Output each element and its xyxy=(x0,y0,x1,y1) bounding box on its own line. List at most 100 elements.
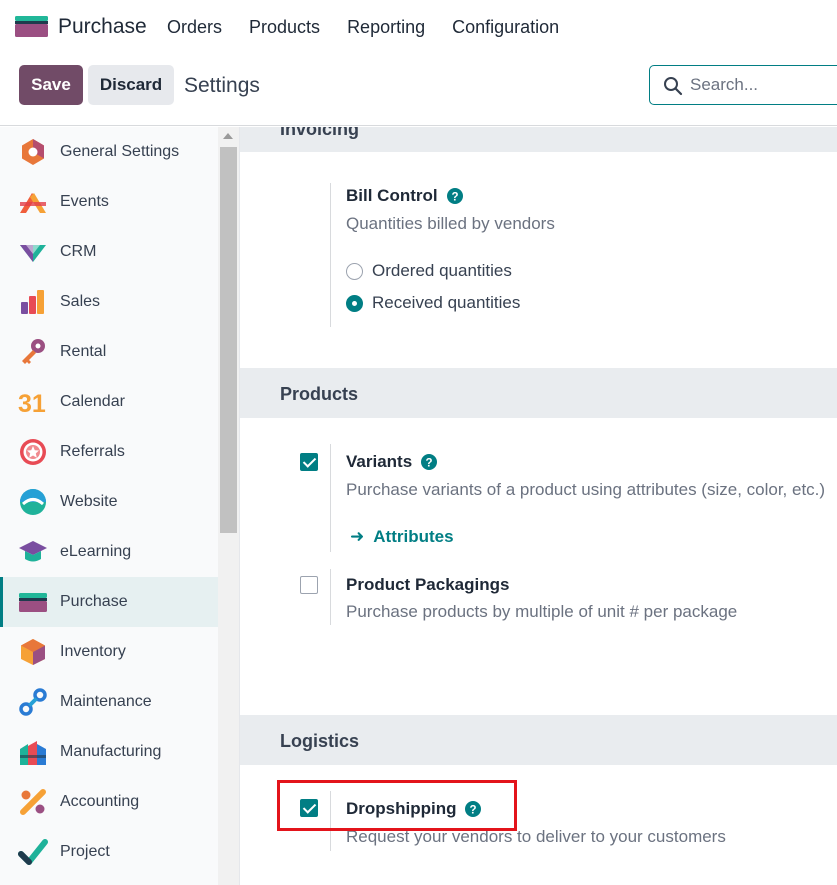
sidebar-item-label: Inventory xyxy=(60,643,126,660)
maintenance-icon xyxy=(19,688,47,716)
svg-text:31: 31 xyxy=(18,390,46,417)
menu-products[interactable]: Products xyxy=(249,17,320,38)
svg-text:?: ? xyxy=(451,191,458,203)
help-icon[interactable]: ? xyxy=(421,454,438,470)
sidebar-item-sales[interactable]: Sales xyxy=(0,277,218,327)
sidebar-item-label: Sales xyxy=(60,293,101,310)
sidebar-item-elearning[interactable]: eLearning xyxy=(0,527,218,577)
scroll-thumb[interactable] xyxy=(220,147,237,533)
sidebar-item-label: Accounting xyxy=(60,793,140,810)
sidebar-item-events[interactable]: Events xyxy=(0,177,218,227)
section-header-products: Products xyxy=(240,368,837,418)
sidebar-item-label: Referrals xyxy=(60,443,125,460)
menu-configuration[interactable]: Configuration xyxy=(452,17,559,38)
events-icon xyxy=(20,193,46,213)
help-icon[interactable]: ? xyxy=(446,188,463,204)
manufacturing-icon xyxy=(20,741,46,765)
crm-icon xyxy=(20,245,46,262)
project-icon xyxy=(18,839,48,865)
dropshipping-checkbox[interactable] xyxy=(300,799,318,817)
setting-divider xyxy=(330,444,331,552)
radio-ordered-quantities[interactable]: Ordered quantities xyxy=(346,261,512,281)
sidebar-item-label: eLearning xyxy=(60,543,132,560)
setting-description: Purchase products by multiple of unit # … xyxy=(346,602,738,621)
settings-content: Invoicing Bill Control ? Quantities bill… xyxy=(240,127,837,885)
inventory-icon xyxy=(21,639,45,665)
setting-divider xyxy=(330,569,331,625)
sidebar-item-label: Rental xyxy=(60,343,107,360)
svg-text:?: ? xyxy=(426,457,433,469)
main-menu: Orders Products Reporting Configuration xyxy=(167,17,586,38)
setting-description: Purchase variants of a product using att… xyxy=(346,480,826,499)
control-panel: Save Discard Settings xyxy=(0,54,837,126)
sidebar-item-label: Calendar xyxy=(60,393,125,410)
menu-reporting[interactable]: Reporting xyxy=(347,17,425,38)
website-icon xyxy=(20,489,46,515)
radio-label: Ordered quantities xyxy=(372,261,512,280)
setting-title-variants: Variants ? xyxy=(346,452,438,472)
sidebar-item-inventory[interactable]: Inventory xyxy=(0,627,218,677)
sidebar-item-accounting[interactable]: Accounting xyxy=(0,777,218,827)
sidebar-item-website[interactable]: Website xyxy=(0,477,218,527)
setting-title-packagings: Product Packagings xyxy=(346,575,510,594)
referrals-icon xyxy=(20,439,46,465)
packagings-checkbox[interactable] xyxy=(300,576,318,594)
menu-orders[interactable]: Orders xyxy=(167,17,222,38)
section-header-invoicing: Invoicing xyxy=(240,127,837,152)
purchase-app-icon[interactable] xyxy=(15,16,48,37)
radio-button[interactable] xyxy=(346,294,363,312)
sidebar-item-manufacturing[interactable]: Manufacturing xyxy=(0,727,218,777)
section-title: Logistics xyxy=(280,731,360,751)
save-button[interactable]: Save xyxy=(19,65,83,105)
sidebar-item-general-settings[interactable]: General Settings xyxy=(0,127,218,177)
top-navbar: Purchase Orders Products Reporting Confi… xyxy=(0,0,837,54)
sidebar-item-referrals[interactable]: Referrals xyxy=(0,427,218,477)
sidebar-item-calendar[interactable]: 31 Calendar xyxy=(0,377,218,427)
sidebar-item-project[interactable]: Project xyxy=(0,827,218,877)
purchase-icon xyxy=(19,593,47,612)
radio-label: Received quantities xyxy=(372,293,521,312)
search-icon xyxy=(664,77,683,96)
sidebar-item-label: Manufacturing xyxy=(60,743,162,760)
attributes-link[interactable]: ➜ Attributes xyxy=(350,527,454,547)
page-title: Settings xyxy=(184,74,260,97)
rental-icon xyxy=(22,339,45,364)
sidebar-item-purchase[interactable]: Purchase xyxy=(0,577,218,627)
search-box[interactable] xyxy=(649,65,837,105)
search-input[interactable] xyxy=(690,72,837,98)
section-title: Products xyxy=(280,384,359,404)
help-icon[interactable]: ? xyxy=(465,801,482,817)
discard-button[interactable]: Discard xyxy=(88,65,174,105)
calendar-icon: 31 xyxy=(18,390,46,417)
arrow-right-icon: ➜ xyxy=(350,527,365,546)
sidebar-item-maintenance[interactable]: Maintenance xyxy=(0,677,218,727)
setting-description: Request your vendors to deliver to your … xyxy=(346,827,726,846)
section-header-logistics: Logistics xyxy=(240,715,837,765)
elearning-icon xyxy=(19,541,47,562)
radio-button[interactable] xyxy=(346,262,363,280)
sidebar-item-label: Project xyxy=(60,843,110,860)
sidebar-scrollbar[interactable] xyxy=(218,127,239,885)
setting-title-dropshipping: Dropshipping ? xyxy=(346,799,482,819)
sales-icon xyxy=(21,290,44,314)
sidebar-item-label: Purchase xyxy=(60,593,128,610)
sidebar-item-rental[interactable]: Rental xyxy=(0,327,218,377)
settings-sidebar: General Settings Events CRM Sales Rental… xyxy=(0,127,240,885)
scroll-up-arrow-icon[interactable] xyxy=(223,133,233,139)
setting-divider xyxy=(330,183,331,327)
accounting-icon xyxy=(20,789,46,815)
section-title: Invoicing xyxy=(280,127,360,139)
variants-checkbox[interactable] xyxy=(300,453,318,471)
radio-received-quantities[interactable]: Received quantities xyxy=(346,293,520,313)
svg-text:?: ? xyxy=(470,804,477,816)
sidebar-item-label: Events xyxy=(60,193,109,210)
sidebar-item-label: Website xyxy=(60,493,118,510)
sidebar-item-label: General Settings xyxy=(60,143,180,160)
setting-title-bill-control: Bill Control ? xyxy=(346,186,463,206)
sidebar-item-label: CRM xyxy=(60,243,97,260)
general-settings-icon xyxy=(22,139,44,165)
app-name[interactable]: Purchase xyxy=(58,15,147,39)
sidebar-item-crm[interactable]: CRM xyxy=(0,227,218,277)
sidebar-item-label: Maintenance xyxy=(60,693,152,710)
setting-description: Quantities billed by vendors xyxy=(346,214,555,233)
